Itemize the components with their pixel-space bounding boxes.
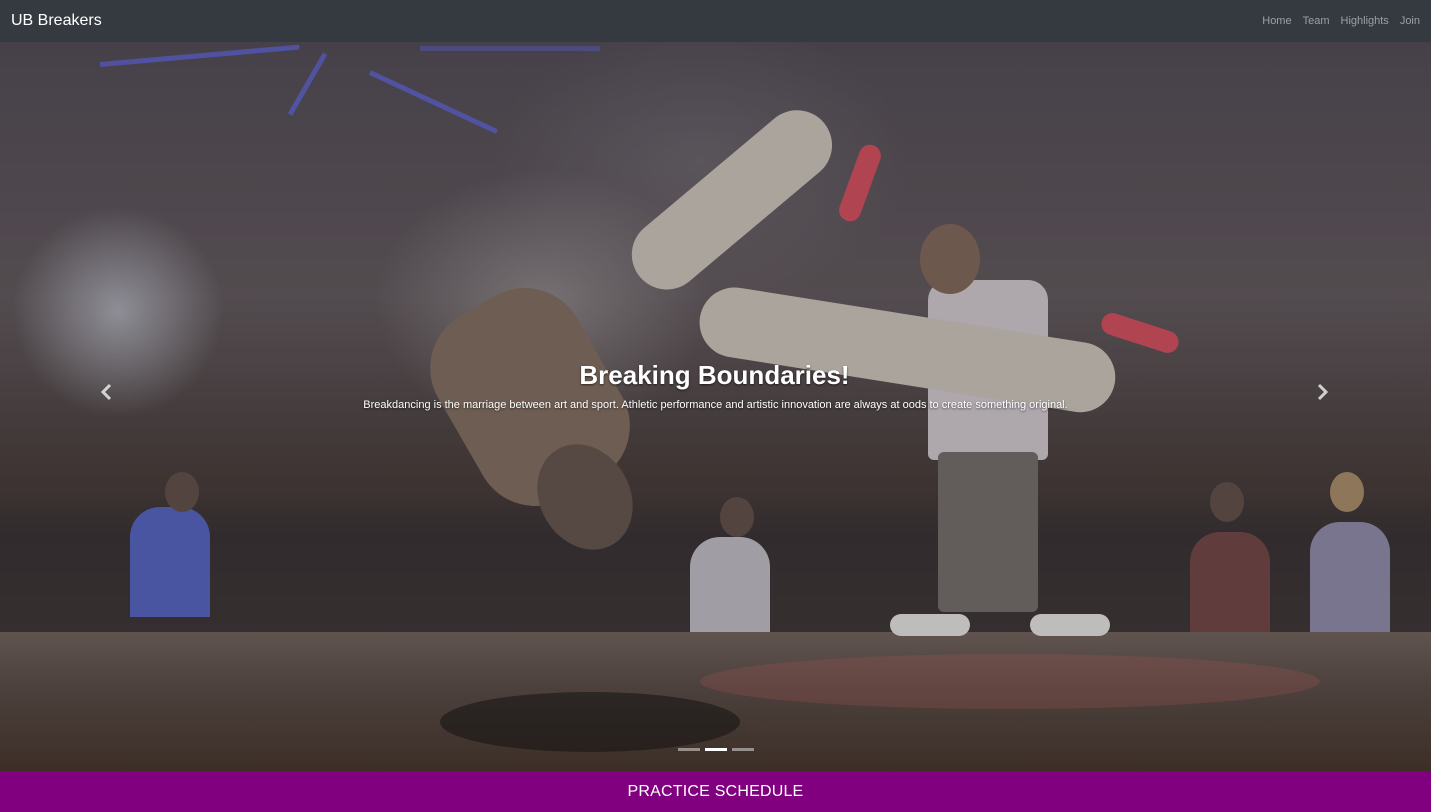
caption-title: Breaking Boundaries! — [579, 360, 850, 390]
chevron-right-icon — [1317, 383, 1329, 401]
brand-logo-link[interactable]: UB Breakers — [11, 12, 102, 30]
carousel-indicator-2[interactable] — [704, 748, 727, 751]
top-navbar: UB Breakers Home Team Highlights Join — [0, 0, 1431, 42]
nav-link-team[interactable]: Team — [1303, 15, 1330, 27]
chevron-left-icon — [100, 383, 112, 401]
carousel-indicator-1[interactable] — [677, 748, 700, 751]
nav-link-home[interactable]: Home — [1262, 15, 1291, 27]
practice-schedule-heading: PRACTICE SCHEDULE — [627, 782, 804, 800]
nav-link-join[interactable]: Join — [1400, 15, 1420, 27]
carousel-prev-button[interactable] — [76, 342, 136, 442]
nav-link-highlights[interactable]: Highlights — [1341, 15, 1389, 27]
practice-schedule-section: PRACTICE SCHEDULE — [0, 771, 1431, 812]
caption-text: Breakdancing is the marriage between art… — [363, 399, 1068, 411]
carousel-next-button[interactable] — [1293, 342, 1353, 442]
carousel-indicator-3[interactable] — [731, 748, 754, 751]
carousel-indicators — [0, 748, 1431, 751]
hero-carousel: Breaking Boundaries! Breakdancing is the… — [0, 42, 1431, 771]
nav-links: Home Team Highlights Join — [1262, 15, 1420, 27]
carousel-caption: Breaking Boundaries! Breakdancing is the… — [0, 360, 1431, 411]
